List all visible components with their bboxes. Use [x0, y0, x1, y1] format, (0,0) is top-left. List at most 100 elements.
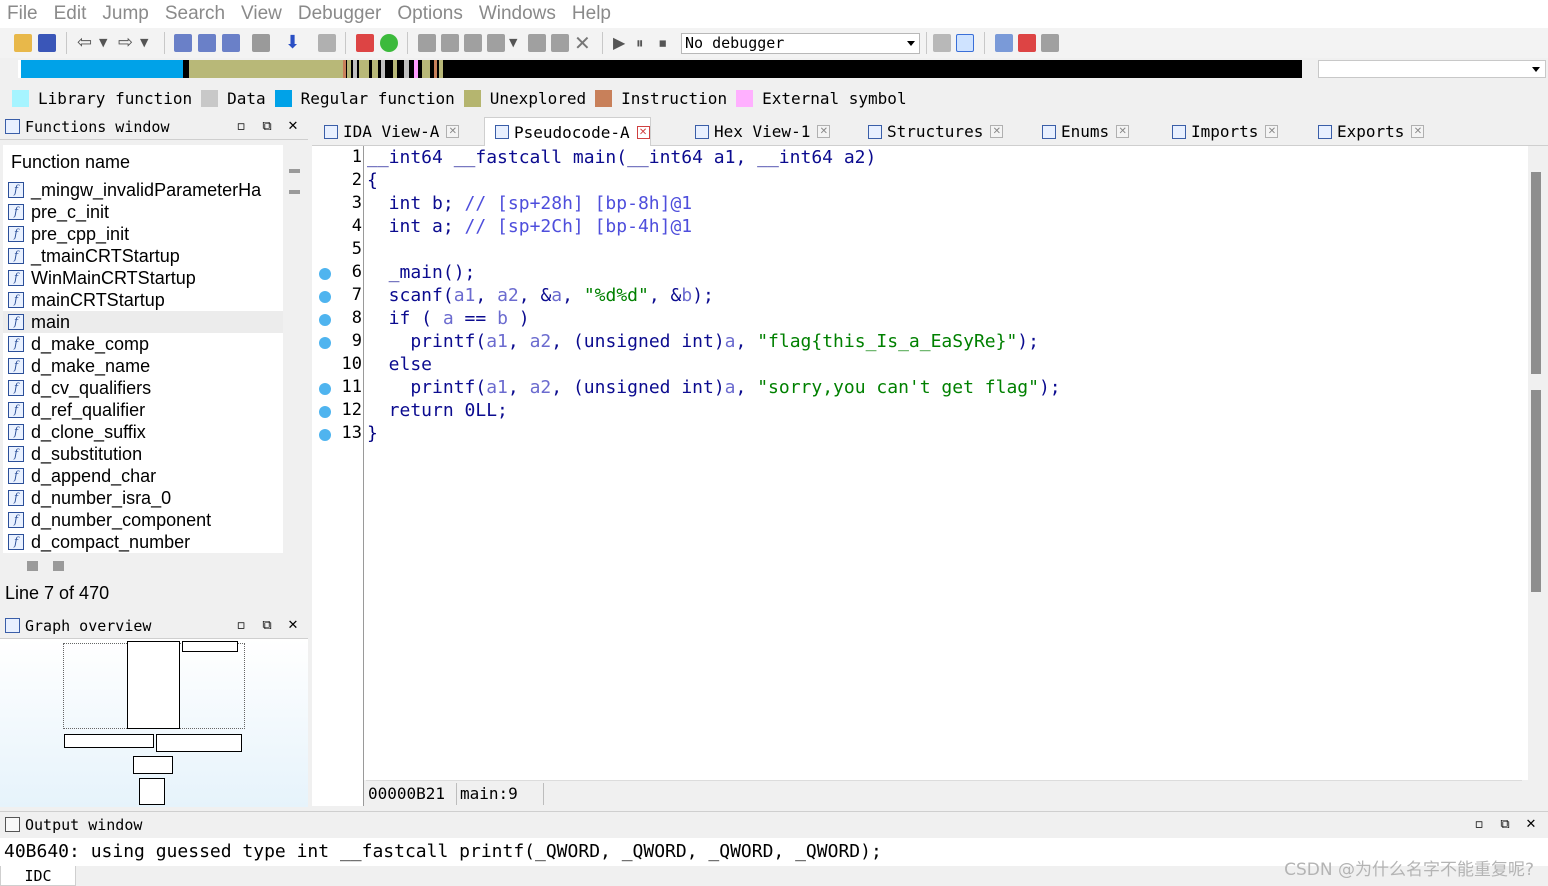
- code-line[interactable]: scanf(a1, a2, &a, "%d%d", &b);: [367, 285, 714, 306]
- function-row[interactable]: f WinMainCRTStartup: [3, 267, 283, 289]
- breakpoint-dot-icon[interactable]: [319, 406, 331, 418]
- open-folder-icon[interactable]: [14, 34, 32, 52]
- print-icon[interactable]: [252, 34, 270, 52]
- code-line[interactable]: __int64 __fastcall main(__int64 a1, __in…: [367, 147, 876, 168]
- function-icon[interactable]: [418, 34, 436, 52]
- breakpoint-dot-icon[interactable]: [319, 429, 331, 441]
- function-row[interactable]: f d_clone_suffix: [3, 421, 283, 443]
- scroll-left-icon[interactable]: [27, 561, 38, 571]
- copy-icon[interactable]: [995, 34, 1013, 52]
- tab-imports[interactable]: Imports ✕: [1162, 117, 1279, 146]
- breakpoint-dot-icon[interactable]: [319, 268, 331, 280]
- string-icon[interactable]: [487, 34, 505, 52]
- close-icon[interactable]: ✕: [284, 617, 302, 635]
- close-icon[interactable]: ✕: [817, 125, 831, 138]
- float-icon[interactable]: ⧉: [258, 118, 276, 136]
- function-row[interactable]: f d_compact_number: [3, 531, 283, 553]
- code-line[interactable]: return 0LL;: [367, 400, 508, 421]
- scroll-right-icon[interactable]: [53, 561, 64, 571]
- code-line[interactable]: printf(a1, a2, (unsigned int)a, "sorry,y…: [367, 377, 1060, 398]
- code-line[interactable]: printf(a1, a2, (unsigned int)a, "flag{th…: [367, 331, 1039, 352]
- back-arrow-icon[interactable]: ⇦: [77, 34, 95, 52]
- breakpoint-dot-icon[interactable]: [319, 291, 331, 303]
- function-row[interactable]: f d_number_isra_0: [3, 487, 283, 509]
- function-row[interactable]: f d_append_char: [3, 465, 283, 487]
- code-line[interactable]: {: [367, 170, 378, 191]
- chevron-down-icon[interactable]: ▼: [99, 34, 117, 52]
- menu-options[interactable]: Options: [389, 0, 470, 28]
- maximize-icon[interactable]: ▫: [232, 118, 250, 136]
- function-row[interactable]: f pre_cpp_init: [3, 223, 283, 245]
- code-icon[interactable]: [441, 34, 459, 52]
- refresh-icon[interactable]: [956, 34, 974, 52]
- close-icon[interactable]: ✕: [1116, 125, 1130, 138]
- code-line[interactable]: _main();: [367, 262, 476, 283]
- code-line[interactable]: int b; // [sp+28h] [bp-8h]@1: [367, 193, 692, 214]
- close-icon[interactable]: ✕: [446, 125, 460, 138]
- menu-search[interactable]: Search: [157, 0, 233, 28]
- function-row[interactable]: f d_cv_qualifiers: [3, 377, 283, 399]
- array-icon[interactable]: [528, 34, 546, 52]
- save-icon[interactable]: [38, 34, 56, 52]
- tab-hex-view-1[interactable]: Hex View-1 ✕: [685, 117, 831, 146]
- float-icon[interactable]: ⧉: [258, 617, 276, 635]
- function-row[interactable]: f d_make_name: [3, 355, 283, 377]
- segment-select[interactable]: [1318, 60, 1546, 78]
- function-row[interactable]: f d_number_component: [3, 509, 283, 531]
- scrollbar-thumb[interactable]: [289, 169, 300, 173]
- breakpoint-dot-icon[interactable]: [319, 383, 331, 395]
- scrollbar-thumb[interactable]: [289, 190, 300, 194]
- tab-structures[interactable]: Structures ✕: [858, 117, 1004, 146]
- menu-view[interactable]: View: [233, 0, 290, 28]
- menu-jump[interactable]: Jump: [94, 0, 156, 28]
- close-icon[interactable]: ✕: [1265, 125, 1279, 138]
- scrollbar-thumb[interactable]: [1531, 172, 1541, 374]
- binary-search-icon[interactable]: [174, 34, 192, 52]
- play-icon[interactable]: ▶: [613, 34, 631, 52]
- data-icon[interactable]: [464, 34, 482, 52]
- tab-exports[interactable]: Exports ✕: [1308, 117, 1425, 146]
- function-name-column-header[interactable]: Function name: [11, 152, 130, 173]
- function-row[interactable]: f _mingw_invalidParameterHa: [3, 179, 283, 201]
- idc-tab[interactable]: IDC: [0, 866, 76, 886]
- function-row[interactable]: f pre_c_init: [3, 201, 283, 223]
- menu-file[interactable]: File: [0, 0, 46, 28]
- close-icon[interactable]: ✕: [1522, 816, 1540, 834]
- function-row[interactable]: f mainCRTStartup: [3, 289, 283, 311]
- trace-icon[interactable]: [933, 34, 951, 52]
- function-row[interactable]: f d_make_comp: [3, 333, 283, 355]
- close-icon[interactable]: ✕: [990, 125, 1004, 138]
- forward-arrow-icon[interactable]: ⇨: [118, 34, 136, 52]
- menu-help[interactable]: Help: [564, 0, 619, 28]
- tab-ida-view-a[interactable]: IDA View-A ✕: [314, 117, 460, 146]
- code-line[interactable]: int a; // [sp+2Ch] [bp-4h]@1: [367, 216, 692, 237]
- code-line[interactable]: if ( a == b ): [367, 308, 530, 329]
- navigation-strip[interactable]: [18, 60, 1302, 78]
- chevron-down-icon[interactable]: ▼: [509, 34, 527, 52]
- function-row[interactable]: f main: [3, 311, 283, 333]
- tab-pseudocode-a[interactable]: Pseudocode-A ✕: [484, 117, 651, 146]
- pause-icon[interactable]: ⏸: [636, 34, 654, 52]
- menu-windows[interactable]: Windows: [471, 0, 564, 28]
- float-icon[interactable]: ⧉: [1496, 816, 1514, 834]
- maximize-icon[interactable]: ▫: [232, 617, 250, 635]
- close-icon[interactable]: ✕: [1411, 125, 1425, 138]
- code-scrollbar[interactable]: [1528, 146, 1548, 806]
- functions-scrollbar[interactable]: [283, 145, 305, 553]
- functions-horizontal-scrollbar[interactable]: [3, 556, 303, 576]
- down-arrow-icon[interactable]: ⬇: [285, 34, 303, 52]
- stop-icon[interactable]: ⏹: [659, 34, 677, 52]
- close-icon[interactable]: ✕: [636, 125, 650, 139]
- chevron-down-icon[interactable]: ▼: [140, 34, 158, 52]
- plugin-icon[interactable]: [1018, 34, 1036, 52]
- code-line[interactable]: else: [367, 354, 432, 375]
- code-line[interactable]: }: [367, 423, 378, 444]
- text-search-icon[interactable]: [198, 34, 216, 52]
- menu-debugger[interactable]: Debugger: [290, 0, 389, 28]
- graph-view-icon[interactable]: [356, 34, 374, 52]
- pseudocode-view[interactable]: 1 2 3 4 5 6 7 8 9 10 11 12 13 __int64 __fastcall mai…: [312, 146, 1532, 806]
- undefine-icon[interactable]: [551, 34, 569, 52]
- immediate-search-icon[interactable]: [222, 34, 240, 52]
- functions-list[interactable]: Function name f _mingw_invalidParameterHa…: [3, 145, 283, 553]
- menu-edit[interactable]: Edit: [46, 0, 95, 28]
